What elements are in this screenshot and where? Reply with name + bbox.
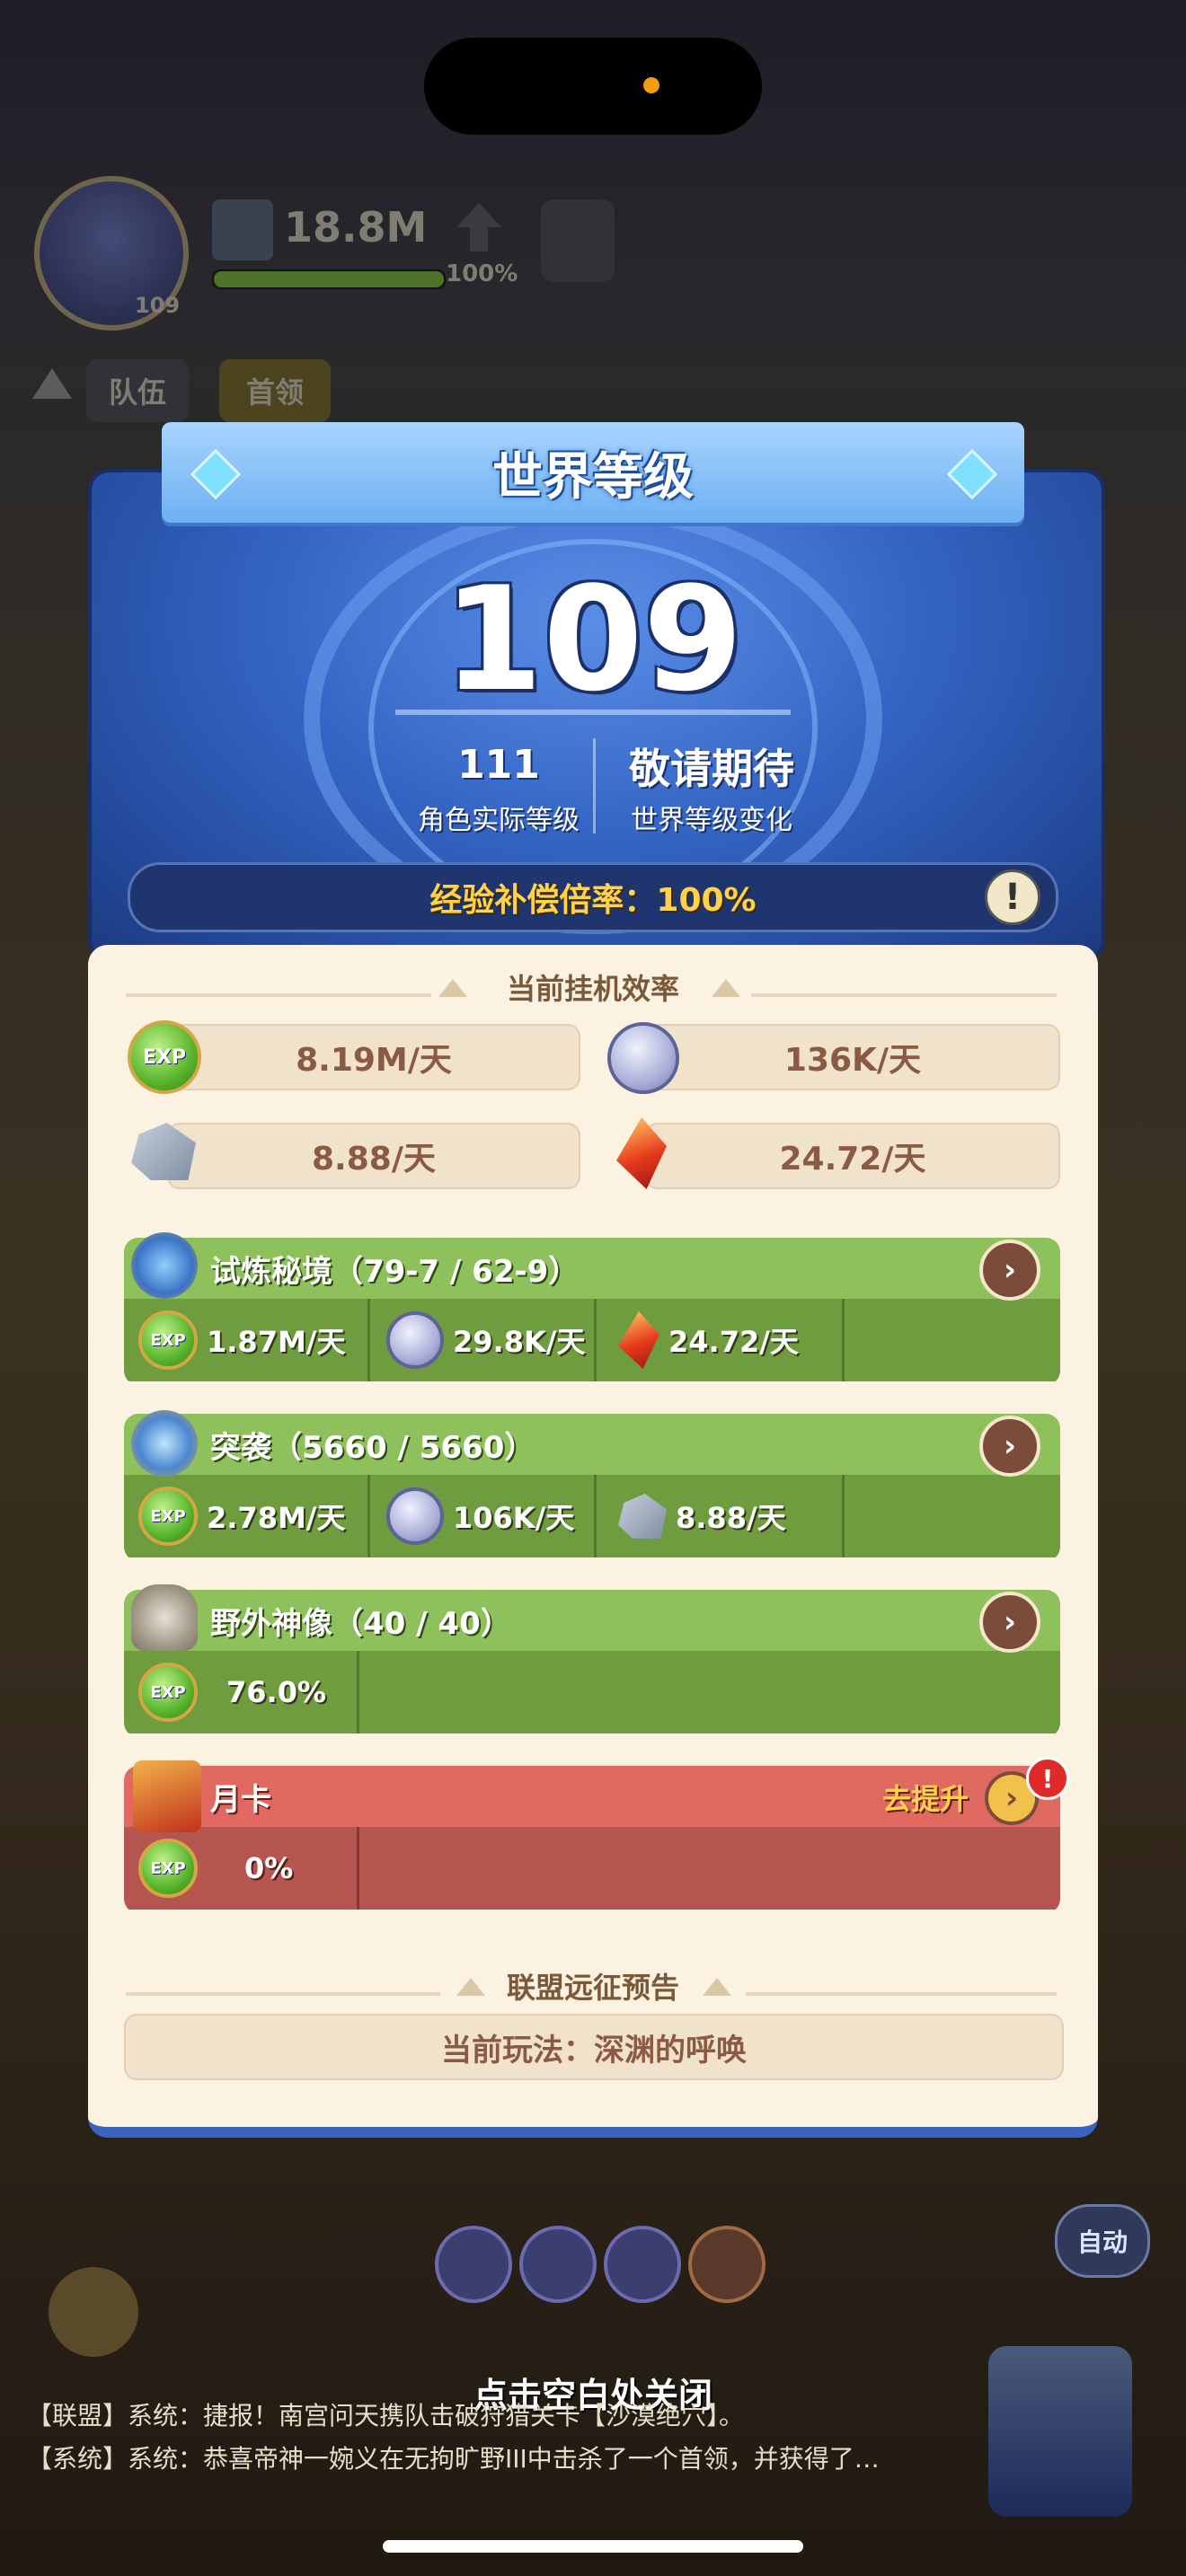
group-header[interactable]: 突袭（5660 / 5660）	[124, 1414, 1060, 1475]
home-indicator[interactable]	[383, 2540, 803, 2553]
recording-indicator	[643, 77, 659, 93]
upgrade-link[interactable]: 去提升	[882, 1777, 969, 1818]
group-header[interactable]: 试炼秘境（79-7 / 62-9）	[124, 1238, 1060, 1299]
monthly-card-icon	[133, 1760, 201, 1832]
cell-value: 76.0%	[226, 1675, 327, 1709]
exp-icon: EXP	[138, 1310, 198, 1370]
group-body: EXP 76.0%	[124, 1651, 1060, 1734]
group-cell: 106K/天	[370, 1475, 597, 1557]
exp-icon: EXP	[138, 1486, 198, 1546]
coin-icon	[386, 1487, 444, 1545]
skill-icon[interactable]	[604, 2226, 681, 2303]
group-title: 月卡	[210, 1781, 271, 1818]
cell-value: 8.88/天	[676, 1501, 786, 1535]
coin-icon	[386, 1311, 444, 1369]
exp-icon: EXP	[138, 1663, 198, 1722]
group-cell: EXP 2.78M/天	[124, 1475, 370, 1557]
decor-triangle	[456, 1978, 485, 1996]
level-change-value: 敬请期待	[629, 745, 794, 793]
group-body: EXP 2.78M/天 106K/天 8.88/天	[124, 1475, 1060, 1557]
coin-icon	[607, 1022, 679, 1094]
chevron-right-icon[interactable]: ›	[979, 1592, 1040, 1653]
crystal-icon	[618, 1311, 659, 1369]
raid-icon	[131, 1410, 198, 1477]
actual-level-label: 角色实际等级	[418, 805, 580, 836]
group-cell: EXP 76.0%	[124, 1651, 359, 1734]
divider	[126, 993, 431, 997]
cell-value: 0%	[244, 1851, 294, 1885]
chevron-right-icon[interactable]: ›	[979, 1239, 1040, 1301]
cell-value: 1.87M/天	[207, 1325, 346, 1359]
chevron-right-icon[interactable]: ›	[979, 1416, 1040, 1477]
group-raid: 突袭（5660 / 5660） EXP 2.78M/天 106K/天 8.88/…	[124, 1414, 1060, 1561]
idle-section-title: 当前挂机效率	[506, 972, 679, 1006]
portal-icon[interactable]	[988, 2346, 1132, 2517]
group-cell: 24.72/天	[597, 1299, 845, 1381]
group-header[interactable]: 野外神像（40 / 40）	[124, 1590, 1060, 1651]
skill-icon[interactable]	[435, 2226, 512, 2303]
cell-value: 106K/天	[453, 1501, 575, 1535]
stone-icon	[618, 1494, 667, 1539]
divider	[746, 1992, 1057, 1996]
forecast-title: 联盟远征预告	[506, 1971, 679, 2005]
cell-value: 29.8K/天	[453, 1325, 586, 1359]
cell-value: 24.72/天	[668, 1325, 799, 1359]
exp-rate-text: 经验补偿倍率：100%	[429, 882, 757, 919]
pet-icon[interactable]	[49, 2267, 138, 2357]
exp-rate-bar: 经验补偿倍率：100%	[128, 862, 1058, 932]
dynamic-island	[424, 38, 762, 135]
divider	[395, 710, 791, 715]
statue-icon	[131, 1584, 198, 1651]
group-cell: EXP 0%	[124, 1827, 359, 1910]
alert-badge-icon: !	[1026, 1757, 1069, 1800]
group-trial: 试炼秘境（79-7 / 62-9） EXP 1.87M/天 29.8K/天 24…	[124, 1238, 1060, 1385]
skill-icon[interactable]	[519, 2226, 597, 2303]
group-cell: 29.8K/天	[370, 1299, 597, 1381]
exp-icon: EXP	[138, 1839, 198, 1898]
group-statue: 野外神像（40 / 40） EXP 76.0%	[124, 1590, 1060, 1737]
skill-icon[interactable]	[688, 2226, 766, 2303]
group-title: 突袭（5660 / 5660）	[210, 1429, 535, 1466]
group-cell: 8.88/天	[597, 1475, 845, 1557]
group-title: 野外神像（40 / 40）	[210, 1605, 511, 1642]
group-title: 试炼秘境（79-7 / 62-9）	[210, 1253, 580, 1290]
forecast-current: 当前玩法：深渊的呼唤	[124, 2014, 1064, 2080]
idle-exp-value: 8.19M/天	[167, 1024, 580, 1090]
exp-icon: EXP	[128, 1020, 201, 1094]
exclamation-icon[interactable]: !	[985, 869, 1040, 925]
chat-line: 【系统】系统：恭喜帝神一婉义在无拘旷野III中击杀了一个首领，并获得了…	[27, 2444, 880, 2474]
group-body: EXP 1.87M/天 29.8K/天 24.72/天	[124, 1299, 1060, 1381]
divider	[593, 738, 596, 834]
idle-coin-value: 136K/天	[645, 1024, 1060, 1090]
auto-button[interactable]: 自动	[1055, 2204, 1150, 2278]
idle-stone-value: 8.88/天	[167, 1123, 580, 1189]
divider	[751, 993, 1057, 997]
world-level-value: 109	[443, 555, 743, 723]
idle-crystal-value: 24.72/天	[645, 1123, 1060, 1189]
cell-value: 2.78M/天	[207, 1501, 346, 1535]
divider	[126, 1992, 440, 1996]
level-change-label: 世界等级变化	[631, 805, 792, 836]
decor-triangle	[703, 1978, 731, 1996]
title-banner: 世界等级	[162, 422, 1024, 523]
group-body: EXP 0%	[124, 1827, 1060, 1910]
decor-triangle	[438, 979, 467, 997]
trial-realm-icon	[131, 1232, 198, 1299]
group-cell: EXP 1.87M/天	[124, 1299, 370, 1381]
actual-level-value: 111	[457, 742, 540, 788]
decor-triangle	[712, 979, 740, 997]
chat-line: 【联盟】系统：捷报！南宫问天携队击破狩猎关卡【沙漠绝穴】。	[27, 2401, 745, 2430]
modal-title: 世界等级	[492, 447, 694, 507]
